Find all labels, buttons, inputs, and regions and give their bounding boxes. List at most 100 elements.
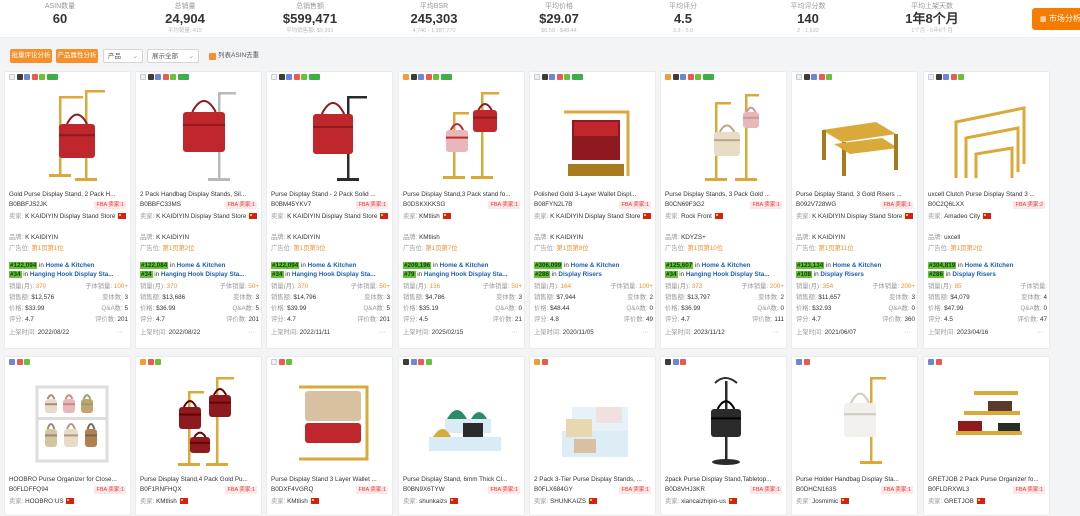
- brand-name[interactable]: K KAIDIYIN: [287, 234, 320, 241]
- product-card[interactable]: uxcell Clutch Purse Display Stand 3 ... B…: [923, 71, 1050, 349]
- product-card[interactable]: Polished Gold 3-Layer Wallet Displ... B08…: [529, 71, 656, 349]
- seller-name[interactable]: SHUNKAIZS: [550, 498, 586, 505]
- product-card[interactable]: Purse Display Stands, 3 Pack Gold ... B0C…: [660, 71, 787, 349]
- product-title[interactable]: 2pack Purse Display Stand,Tabletop...: [665, 475, 786, 484]
- product-title[interactable]: 2 Pack Handbag Display Stands, Sil...: [140, 190, 261, 199]
- more-options-icon[interactable]: ···: [248, 328, 255, 337]
- sub-category[interactable]: Hanging Hook Display Sta...: [161, 271, 245, 278]
- seller-name[interactable]: K KAIDIYIN Display Stand Store: [812, 213, 902, 220]
- bsr-category[interactable]: Home & Kitchen: [833, 262, 882, 269]
- product-image-wrap[interactable]: [291, 367, 375, 471]
- bsr-category[interactable]: Home & Kitchen: [177, 262, 226, 269]
- product-title[interactable]: 2 Pack 3-Tier Purse Display Stands, ...: [534, 475, 655, 484]
- seller-name[interactable]: KMtlish: [156, 498, 177, 505]
- dedupe-checkbox[interactable]: [209, 53, 216, 60]
- product-card[interactable]: Purse Display Stand, 3 Gold Risers ... B0…: [791, 71, 918, 349]
- product-card[interactable]: Purse Display Stand, 6mm Thick Cl... B0BN…: [398, 356, 525, 516]
- seller-name[interactable]: xiancaizhipin-us: [681, 498, 726, 505]
- bsr-category[interactable]: Home & Kitchen: [965, 262, 1014, 269]
- brand-name[interactable]: K KAIDIYIN: [25, 234, 58, 241]
- product-title[interactable]: Gold Purse Display Stand, 2 Pack H...: [9, 190, 130, 199]
- product-image-wrap[interactable]: [554, 82, 638, 186]
- bsr-category[interactable]: Home & Kitchen: [571, 262, 620, 269]
- seller-name[interactable]: K KAIDIYIN Display Stand Store: [156, 213, 246, 220]
- show-select[interactable]: 展示全部 ⌄: [147, 49, 199, 63]
- dedupe-checkbox-label[interactable]: 列表ASIN去重: [218, 50, 259, 62]
- batch-review-analysis-button[interactable]: 批量评论分析: [10, 49, 52, 63]
- more-options-icon[interactable]: ···: [117, 328, 124, 337]
- seller-name[interactable]: shunkaizs: [419, 498, 447, 505]
- product-card[interactable]: Purse Display Stand,3 Pack stand fo... B0…: [398, 71, 525, 349]
- sub-category[interactable]: Hanging Hook Display Sta...: [686, 271, 770, 278]
- seller-name[interactable]: HOOBRO US: [25, 498, 64, 505]
- product-card[interactable]: 2 Pack Handbag Display Stands, Sil... B0B…: [135, 71, 262, 349]
- seller-name[interactable]: Josmimic: [812, 498, 838, 505]
- product-title[interactable]: Purse Display Stand, 3 Gold Risers ...: [796, 190, 917, 199]
- product-image-wrap[interactable]: [160, 82, 244, 186]
- product-image-wrap[interactable]: [554, 367, 638, 471]
- product-title[interactable]: Purse Display Stand, 6mm Thick Cl...: [403, 475, 524, 484]
- sub-category[interactable]: Hanging Hook Display Sta...: [30, 271, 114, 278]
- more-options-icon[interactable]: ···: [773, 328, 780, 337]
- product-title[interactable]: HOOBRO Purse Organizer for Close...: [9, 475, 130, 484]
- product-card[interactable]: Purse Display Stand 3 Layer Wallet ... B0…: [266, 356, 393, 516]
- bsr-category[interactable]: Home & Kitchen: [308, 262, 357, 269]
- product-image-wrap[interactable]: [816, 82, 900, 186]
- seller-name[interactable]: K KAIDIYIN Display Stand Store: [287, 213, 377, 220]
- product-title[interactable]: Purse Display Stand 3 Layer Wallet ...: [271, 475, 392, 484]
- product-title[interactable]: Purse Display Stand,4 Pack Gold Pu...: [140, 475, 261, 484]
- seller-name[interactable]: KMtlish: [419, 213, 440, 220]
- product-title[interactable]: uxcell Clutch Purse Display Stand 3 ...: [928, 190, 1049, 199]
- seller-name[interactable]: Rock Front: [681, 213, 712, 220]
- product-card[interactable]: 2pack Purse Display Stand,Tabletop... B0D…: [660, 356, 787, 516]
- more-options-icon[interactable]: ···: [1036, 328, 1043, 337]
- sub-category[interactable]: Display Risers: [558, 271, 601, 278]
- market-analysis-button[interactable]: ▦ 市场分析: [1032, 8, 1080, 30]
- product-card[interactable]: GRETJOB 2 Pack Purse Organizer fo... B0FL…: [923, 356, 1050, 516]
- product-image-wrap[interactable]: [816, 367, 900, 471]
- seller-name[interactable]: Amadeo City: [944, 213, 980, 220]
- more-options-icon[interactable]: ···: [904, 328, 911, 337]
- product-attribute-analysis-button[interactable]: 产品属性分析: [56, 49, 98, 63]
- seller-name[interactable]: K KAIDIYIN Display Stand Store: [25, 213, 115, 220]
- product-title[interactable]: GRETJOB 2 Pack Purse Organizer fo...: [928, 475, 1049, 484]
- product-image-wrap[interactable]: [29, 367, 113, 471]
- sub-category[interactable]: Hanging Hook Display Sta...: [292, 271, 376, 278]
- product-image-wrap[interactable]: [948, 82, 1032, 186]
- product-title[interactable]: Purse Holder Handbag Display Sta...: [796, 475, 917, 484]
- product-select[interactable]: 产品 ⌄: [103, 49, 143, 63]
- brand-name[interactable]: K KAIDIYIN: [156, 234, 189, 241]
- product-image-wrap[interactable]: [685, 82, 769, 186]
- product-card[interactable]: Purse Display Stand - 2 Pack Solid ... B0…: [266, 71, 393, 349]
- bsr-category[interactable]: Home & Kitchen: [702, 262, 751, 269]
- product-card[interactable]: Purse Holder Handbag Display Sta... B0DHC…: [791, 356, 918, 516]
- product-title[interactable]: Purse Display Stands, 3 Pack Gold ...: [665, 190, 786, 199]
- sub-category[interactable]: Hanging Hook Display Sta...: [424, 271, 508, 278]
- bsr-category[interactable]: Home & Kitchen: [440, 262, 489, 269]
- brand-name[interactable]: K KAIDIYIN: [812, 234, 845, 241]
- brand-name[interactable]: uxcell: [944, 234, 960, 241]
- more-options-icon[interactable]: ···: [642, 328, 649, 337]
- product-title[interactable]: Purse Display Stand - 2 Pack Solid ...: [271, 190, 392, 199]
- product-card[interactable]: Gold Purse Display Stand, 2 Pack H... B0B…: [4, 71, 131, 349]
- product-card[interactable]: HOOBRO Purse Organizer for Close... B0FLD…: [4, 356, 131, 516]
- bsr-category[interactable]: Home & Kitchen: [46, 262, 95, 269]
- product-image-wrap[interactable]: [948, 367, 1032, 471]
- product-image-wrap[interactable]: [423, 82, 507, 186]
- brand-name[interactable]: KMtlish: [419, 234, 440, 241]
- product-title[interactable]: Polished Gold 3-Layer Wallet Displ...: [534, 190, 655, 199]
- seller-name[interactable]: KMtlish: [287, 498, 308, 505]
- sub-category[interactable]: Display Risers: [952, 271, 995, 278]
- sub-category[interactable]: Display Risers: [820, 271, 863, 278]
- product-card[interactable]: Purse Display Stand,4 Pack Gold Pu... B0F…: [135, 356, 262, 516]
- product-image-wrap[interactable]: [29, 82, 113, 186]
- seller-name[interactable]: K KAIDIYIN Display Stand Store: [550, 213, 640, 220]
- product-image-wrap[interactable]: [160, 367, 244, 471]
- product-image-wrap[interactable]: [423, 367, 507, 471]
- brand-name[interactable]: KDYZS+: [681, 234, 706, 241]
- seller-name[interactable]: GRETJOB: [944, 498, 974, 505]
- product-image-wrap[interactable]: [291, 82, 375, 186]
- brand-name[interactable]: K KAIDIYIN: [550, 234, 583, 241]
- product-image-wrap[interactable]: [685, 367, 769, 471]
- more-options-icon[interactable]: ···: [511, 328, 518, 337]
